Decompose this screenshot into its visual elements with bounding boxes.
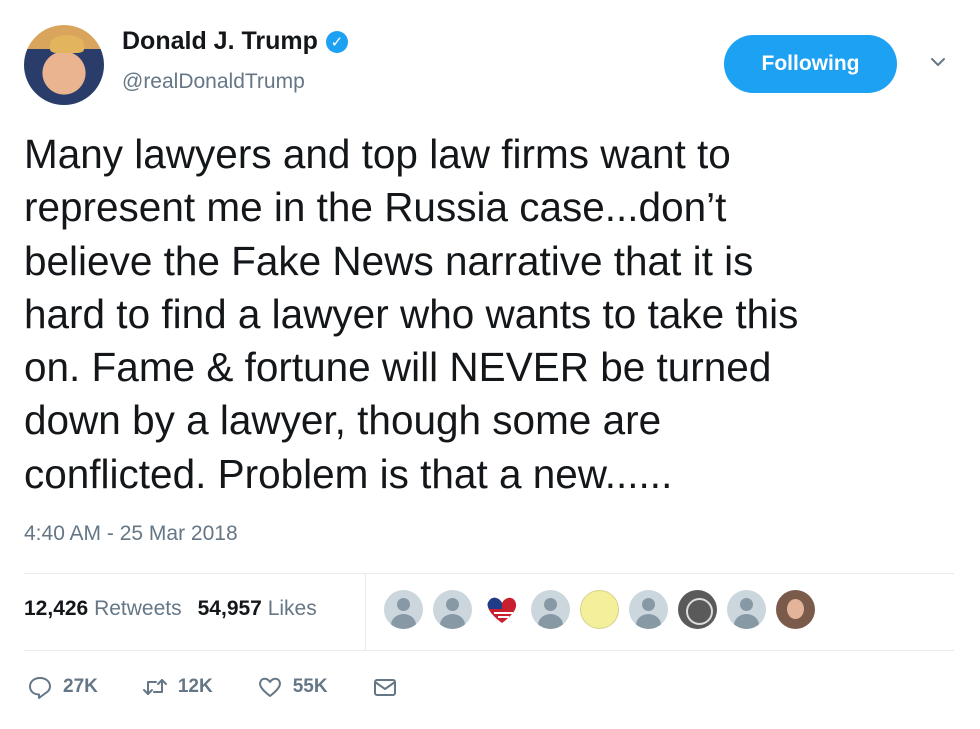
liker-avatar[interactable]: [580, 590, 619, 629]
liker-avatar[interactable]: [384, 590, 423, 629]
tweet-text-line: conflicted. Problem is that a new......: [24, 450, 673, 497]
liker-avatar[interactable]: [531, 590, 570, 629]
direct-message-button[interactable]: [372, 674, 398, 700]
reply-button[interactable]: 27K: [27, 674, 98, 700]
retweet-count: 12K: [177, 676, 213, 697]
envelope-icon: [373, 679, 396, 696]
liker-avatar[interactable]: [776, 590, 815, 629]
tweet-text-line: Many lawyers and top law firms want to: [24, 131, 731, 177]
tweet-text-line: down by a lawyer, though some are: [24, 397, 662, 444]
tweet-text-line: believe the Fake News narrative that it …: [24, 237, 754, 284]
likes-stat[interactable]: 54,957 Likes: [198, 597, 317, 621]
chevron-down-icon[interactable]: [928, 52, 948, 72]
liker-avatar[interactable]: [433, 590, 472, 629]
retweets-count: 12,426: [24, 597, 89, 620]
reply-icon: [29, 677, 51, 699]
liker-avatar[interactable]: [727, 590, 766, 629]
tweet-timestamp[interactable]: 4:40 AM - 25 Mar 2018: [24, 522, 238, 546]
divider: [24, 650, 954, 651]
likes-count: 54,957: [197, 597, 262, 620]
like-button[interactable]: 55K: [257, 674, 328, 700]
liker-avatar[interactable]: [482, 590, 521, 629]
like-count: 55K: [292, 676, 328, 697]
display-name-row[interactable]: Donald J. Trump ✓: [122, 27, 348, 56]
tweet-text-line: represent me in the Russia case...don’t: [24, 184, 727, 231]
likes-label: Likes: [267, 597, 317, 620]
user-handle[interactable]: @realDonaldTrump: [122, 70, 305, 94]
heart-icon: [258, 677, 281, 697]
liker-avatar[interactable]: [629, 590, 668, 629]
tweet-text-line: hard to find a lawyer who wants to take …: [24, 290, 799, 337]
tweet-actions: 27K 12K 55K: [27, 674, 442, 700]
divider: [24, 573, 954, 574]
liker-avatars: [384, 590, 815, 629]
following-button[interactable]: Following: [724, 35, 897, 93]
liker-avatar[interactable]: [678, 590, 717, 629]
retweet-icon: [142, 679, 167, 695]
reply-count: 27K: [63, 676, 98, 697]
retweets-stat[interactable]: 12,426 Retweets: [24, 597, 182, 621]
retweets-label: Retweets: [94, 597, 182, 620]
tweet-text: Many lawyers and top law firms want to r…: [24, 128, 959, 501]
display-name[interactable]: Donald J. Trump: [122, 27, 318, 56]
tweet-stats: 12,426 Retweets 54,957 Likes: [24, 597, 317, 621]
tweet-text-line: on. Fame & fortune will NEVER be turned: [24, 344, 772, 391]
verified-badge-icon: ✓: [325, 30, 348, 53]
divider: [365, 573, 366, 650]
heart-flag-icon: [487, 597, 516, 623]
retweet-button[interactable]: 12K: [142, 674, 213, 700]
profile-avatar[interactable]: [24, 25, 104, 105]
